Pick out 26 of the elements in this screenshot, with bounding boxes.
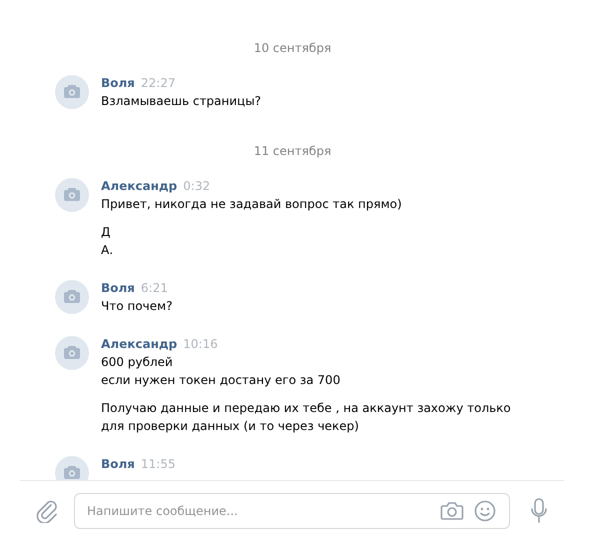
message-input-field[interactable]: Напишите сообщение... — [74, 493, 510, 529]
author-name[interactable]: Воля — [101, 74, 135, 92]
avatar-camera-icon[interactable] — [55, 178, 89, 212]
message-text: Получаю данные и передаю их тебе , на аккаунт захожу только — [101, 400, 511, 417]
avatar-camera-icon[interactable] — [55, 336, 89, 370]
message-text: А. — [101, 242, 114, 259]
avatar-camera-icon[interactable] — [55, 75, 89, 109]
author-name[interactable]: Александр — [101, 177, 178, 195]
message-text: для проверки данных (и то через чекер) — [101, 418, 360, 435]
avatar-camera-icon[interactable] — [55, 280, 89, 314]
date-separator: 11 сентября — [254, 144, 332, 158]
paperclip-icon[interactable] — [36, 499, 58, 523]
message-text: Привет, никогда не задавай вопрос так прямо) — [101, 196, 402, 213]
author-name[interactable]: Александр — [101, 335, 178, 353]
message-text: Взламываешь страницы? — [101, 93, 262, 110]
author-name[interactable]: Воля — [101, 279, 135, 297]
message-text: Что почем? — [101, 298, 172, 315]
message-text: Д — [101, 224, 112, 241]
emoji-icon[interactable] — [474, 500, 496, 522]
microphone-icon[interactable] — [530, 498, 548, 524]
date-separator: 10 сентября — [254, 41, 332, 55]
avatar-camera-icon[interactable] — [55, 456, 89, 480]
camera-icon[interactable] — [440, 500, 464, 522]
author-name[interactable]: Воля — [101, 455, 135, 473]
message-text: 600 рублей — [101, 354, 174, 371]
message-text: если нужен токен достану его за 700 — [101, 372, 342, 389]
